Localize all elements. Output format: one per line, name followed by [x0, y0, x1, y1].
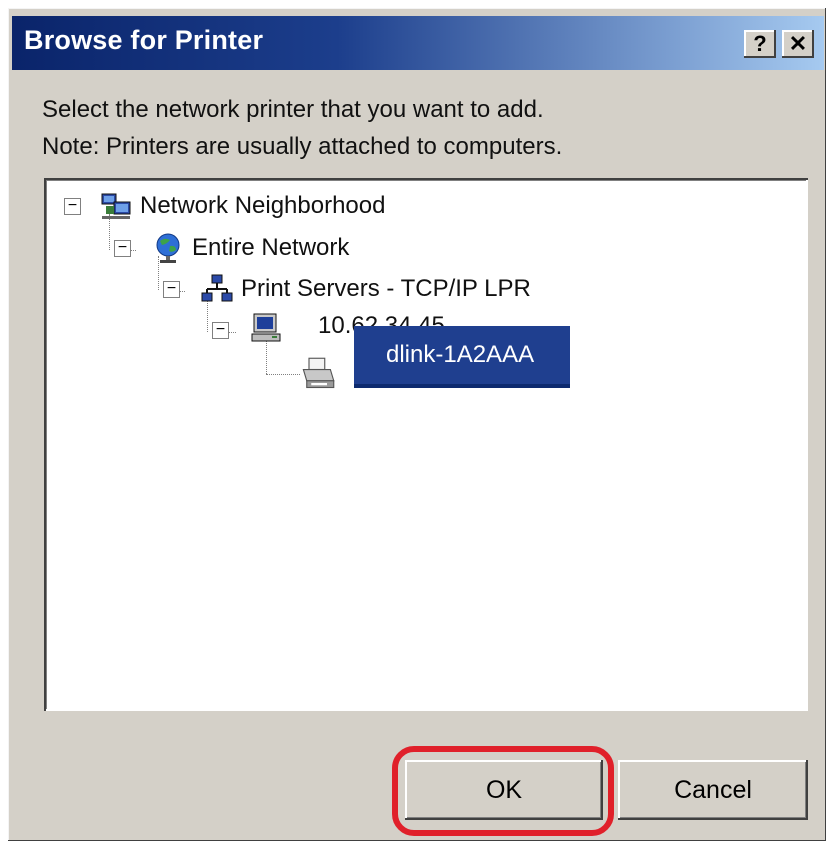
tree-node-label: Entire Network: [192, 234, 350, 261]
collapse-toggle[interactable]: −: [163, 281, 180, 298]
tree-connector: [266, 374, 300, 375]
instruction-line-2: Note: Printers are usually attached to c…: [42, 133, 563, 160]
cancel-button[interactable]: Cancel: [618, 760, 808, 820]
printer-tree[interactable]: − Network Neighborhood − Entire Network: [44, 178, 808, 711]
selected-printer[interactable]: dlink-1A2AAA: [354, 326, 570, 384]
tree-node-network-neighborhood[interactable]: − Network Neighborhood: [64, 188, 484, 228]
collapse-toggle[interactable]: −: [64, 198, 81, 215]
printer-icon[interactable]: [300, 356, 336, 392]
title-bar[interactable]: Browse for Printer ? ✕: [12, 16, 824, 70]
tree-node-entire-network[interactable]: − Entire Network: [114, 230, 414, 270]
window-title: Browse for Printer: [24, 25, 264, 55]
network-neighborhood-icon: [101, 193, 131, 219]
tree-node-print-servers[interactable]: − Print Servers - TCP/IP LPR: [163, 271, 643, 311]
collapse-toggle[interactable]: −: [114, 240, 131, 257]
globe-icon: [156, 233, 180, 263]
ok-button-highlight-ring: [392, 746, 614, 836]
close-icon: ✕: [788, 31, 808, 56]
computer-icon: [251, 313, 281, 342]
help-button[interactable]: ?: [744, 30, 776, 58]
close-button[interactable]: ✕: [782, 30, 814, 58]
tree-node-label: Network Neighborhood: [140, 192, 386, 219]
tree-node-label: Print Servers - TCP/IP LPR: [241, 275, 531, 302]
instruction-line-1: Select the network printer that you want…: [42, 96, 544, 123]
collapse-toggle[interactable]: −: [212, 322, 229, 339]
print-servers-icon: [201, 274, 233, 302]
browse-for-printer-dialog: Browse for Printer ? ✕ Select the networ…: [8, 8, 826, 841]
